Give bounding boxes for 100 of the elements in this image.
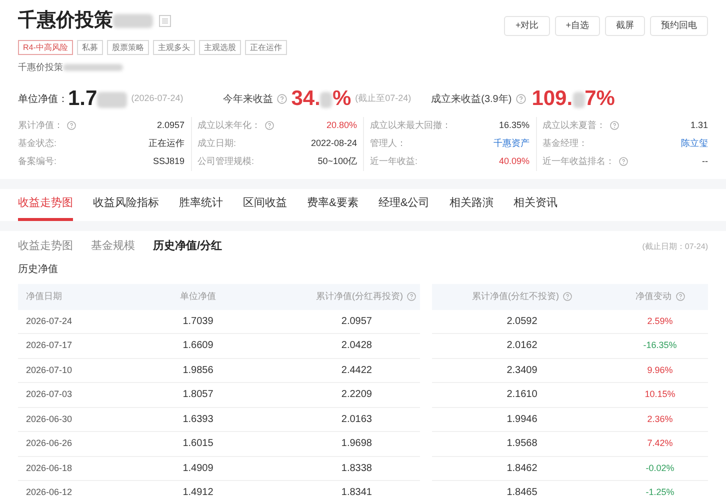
header-button[interactable]: +自选 xyxy=(554,16,600,36)
blurred-area xyxy=(320,92,332,108)
header-button[interactable]: 预约回电 xyxy=(650,16,708,36)
table-cell-text: 2.0162 xyxy=(506,339,538,354)
table-cell-text: 2.0957 xyxy=(341,314,372,329)
help-icon[interactable] xyxy=(618,157,628,166)
fund-title: 千惠价投策 xyxy=(18,8,113,33)
table-cell-text: 2.0592 xyxy=(506,314,538,329)
header-button[interactable]: 截屏 xyxy=(605,16,645,36)
stat-link[interactable]: 陈立玺 xyxy=(681,136,708,150)
table-cell-text: 1.6393 xyxy=(182,412,214,427)
total-return-value: 109. xyxy=(532,86,573,110)
tab[interactable]: 胜率统计 xyxy=(179,188,223,220)
stat-value: 正在运作 xyxy=(148,136,184,150)
help-icon[interactable] xyxy=(676,292,684,301)
tag: 主观多头 xyxy=(152,40,195,55)
stat-link[interactable]: 千惠资产 xyxy=(494,136,530,150)
help-icon[interactable] xyxy=(516,94,526,104)
tab[interactable]: 经理&公司 xyxy=(378,188,430,220)
nav-date: (2026-07-24) xyxy=(131,92,184,105)
table-cell-text: 2026-07-17 xyxy=(26,339,72,352)
table-cell-text: 7.42% xyxy=(647,437,673,450)
tag: 正在运作 xyxy=(244,40,287,55)
table-cell-text: 1.6609 xyxy=(182,339,214,354)
table-cell-text: 10.15% xyxy=(644,388,676,401)
help-icon[interactable] xyxy=(67,121,76,130)
help-icon[interactable] xyxy=(610,121,618,130)
ytd-label: 今年来收益 xyxy=(223,92,274,106)
total-return-label: 成立来收益(3.9年) xyxy=(431,92,512,106)
stat-label: 基金状态: xyxy=(18,136,57,150)
column-header: 净值日期 xyxy=(26,290,62,303)
as-of-date: (截止日期：07-24) xyxy=(642,240,708,252)
stat-value: 50~100亿 xyxy=(318,154,357,168)
percent-sign: % xyxy=(332,86,352,110)
stat-value: 2.0957 xyxy=(156,118,184,132)
sub-tab[interactable]: 收益走势图 xyxy=(18,238,73,255)
header-button[interactable]: +对比 xyxy=(504,16,550,36)
stat-value: 2022-08-24 xyxy=(310,136,357,150)
table-cell-text: 2026-07-24 xyxy=(26,314,72,328)
table-cell-text: 2026-06-18 xyxy=(26,462,72,474)
ytd-value: 34. xyxy=(291,86,320,110)
total-return-tail: 7% xyxy=(584,86,615,110)
table-cell-text: -1.25% xyxy=(646,486,674,499)
stat-label: 成立以来年化： xyxy=(198,118,260,132)
table-cell-text: 2.36% xyxy=(647,412,673,426)
section-title: 历史净值 xyxy=(17,262,59,276)
table-cell-text: -16.35% xyxy=(643,339,677,352)
tab[interactable]: 费率&要素 xyxy=(307,188,358,220)
ytd-date: (截止至07-24) xyxy=(355,92,412,105)
table-cell-text: 2026-07-03 xyxy=(26,388,72,401)
stat-value: 20.80% xyxy=(326,118,357,132)
tab[interactable]: 区间收益 xyxy=(243,188,287,220)
table-cell-text: 2.1610 xyxy=(506,388,538,402)
table-cell-text: 1.9856 xyxy=(182,364,214,378)
stat-label: 成立日期: xyxy=(198,136,236,150)
stat-label: 近一年收益: xyxy=(370,154,418,168)
stat-label: 累计净值： xyxy=(18,118,63,132)
table-cell-text: 1.8338 xyxy=(341,462,372,476)
help-icon[interactable] xyxy=(563,292,572,301)
stat-value: 16.35% xyxy=(498,118,530,132)
stat-label: 公司管理规模: xyxy=(198,154,254,168)
stat-value: -- xyxy=(702,154,708,168)
stat-label: 成立以来夏普： xyxy=(542,118,606,132)
table-cell-text: 1.9946 xyxy=(506,412,538,427)
tag: 主观选股 xyxy=(198,40,241,55)
stat-label: 备案编号: xyxy=(18,154,57,168)
help-icon[interactable] xyxy=(407,292,416,301)
tab[interactable]: 收益风险指标 xyxy=(93,188,159,220)
table-cell-text: 1.8462 xyxy=(506,462,538,476)
stat-value: 40.09% xyxy=(498,154,530,168)
tag: 股票策略 xyxy=(106,40,149,55)
table-cell-text: 1.9568 xyxy=(506,437,538,452)
stat-label: 基金经理： xyxy=(542,136,588,150)
table-cell-text: 1.8341 xyxy=(341,486,372,500)
help-icon[interactable] xyxy=(264,121,274,130)
stat-value: SSJ819 xyxy=(152,154,184,168)
blurred-area xyxy=(97,92,128,108)
tab[interactable]: 相关资讯 xyxy=(514,188,558,220)
nav-value: 1.7 xyxy=(68,86,98,110)
stat-label: 近一年收益排名： xyxy=(542,154,614,168)
blurred-area xyxy=(63,64,123,72)
column-header: 净值变动 xyxy=(636,290,672,303)
table-cell-text: 9.96% xyxy=(647,364,673,376)
table-cell-text: 1.8465 xyxy=(506,486,538,500)
table-cell-text: 2026-06-12 xyxy=(26,486,72,499)
stat-label: 成立以来最大回撤： xyxy=(370,118,451,132)
table-cell-text: 2026-06-30 xyxy=(26,412,72,426)
sub-tab[interactable]: 基金规模 xyxy=(91,238,135,255)
table-cell-text: 2026-07-10 xyxy=(26,364,72,376)
help-icon[interactable] xyxy=(277,94,288,104)
table-cell-text: 1.4912 xyxy=(182,486,214,500)
column-header: 累计净值(分红不投资) xyxy=(472,290,559,303)
column-header: 单位净值 xyxy=(180,290,216,303)
sub-tab[interactable]: 历史净值/分红 xyxy=(153,238,222,255)
table-cell-text: 2.0428 xyxy=(341,339,372,354)
menu-icon[interactable] xyxy=(159,15,171,27)
stat-label: 管理人： xyxy=(370,136,406,150)
table-cell-text: 2.4422 xyxy=(341,364,372,378)
fund-subtitle: 千惠价投策 xyxy=(18,61,63,74)
tab[interactable]: 相关路演 xyxy=(450,188,494,220)
